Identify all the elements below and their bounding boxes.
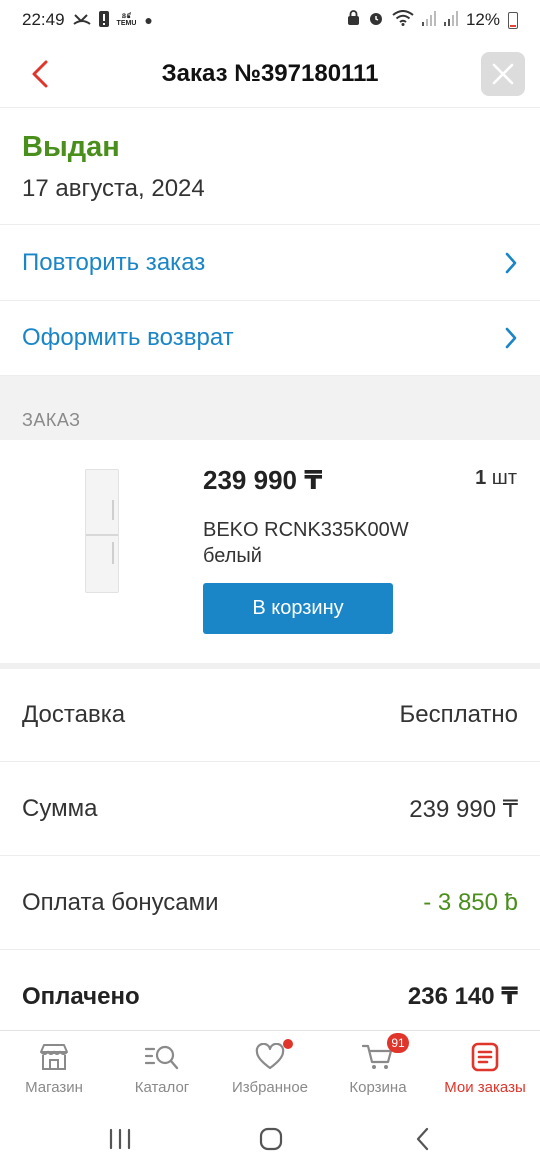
product-image[interactable] — [85, 469, 119, 593]
add-to-cart-button[interactable]: В корзину — [203, 583, 393, 634]
status-bar: 22:49 ន៩ TEMU ● 12% — [0, 0, 540, 40]
lock-icon — [347, 9, 360, 31]
signal-icon-2 — [443, 10, 458, 31]
repeat-order-button[interactable]: Повторить заказ — [0, 226, 540, 301]
page-title: Заказ №397180111 — [161, 59, 379, 87]
summary-label: Доставка — [22, 701, 126, 728]
back-arrow-icon — [416, 1127, 429, 1151]
system-navigation-bar — [0, 1108, 540, 1170]
notification-dot-icon: ● — [144, 12, 153, 28]
battery-percent: 12% — [465, 10, 500, 29]
nav-label: Каталог — [134, 1079, 190, 1096]
return-order-button[interactable]: Оформить возврат — [0, 301, 540, 376]
status-time: 22:49 — [22, 10, 65, 29]
nav-label: Избранное — [231, 1079, 309, 1096]
nav-label: Корзина — [349, 1079, 407, 1096]
repeat-order-label: Повторить заказ — [22, 249, 206, 276]
bottom-navigation: Магазин Каталог Избранное 91 Корзина Мои… — [0, 1030, 540, 1108]
summary-row-delivery: Доставка Бесплатно — [0, 669, 540, 762]
order-status: Выдан — [22, 131, 120, 163]
chevron-right-icon — [505, 252, 517, 274]
order-date: 17 августа, 2024 — [22, 175, 205, 202]
signal-icon-1 — [421, 10, 436, 31]
summary-value: 239 990 ₸ — [409, 795, 518, 823]
chevron-left-icon — [32, 60, 48, 88]
nav-item-shop[interactable]: Магазин — [8, 1031, 100, 1109]
return-order-label: Оформить возврат — [22, 324, 234, 351]
home-button[interactable] — [256, 1124, 286, 1154]
nav-item-favorites[interactable]: Избранное — [224, 1031, 316, 1109]
recent-apps-button[interactable] — [105, 1124, 135, 1154]
orders-icon — [468, 1041, 502, 1073]
home-icon — [259, 1127, 283, 1151]
alert-icon — [98, 10, 109, 30]
summary-label: Оплачено — [22, 982, 140, 1010]
section-divider — [0, 376, 540, 440]
notification-dot — [283, 1039, 293, 1049]
cart-badge: 91 — [387, 1033, 409, 1053]
order-status-section: Выдан 17 августа, 2024 — [0, 109, 540, 225]
summary-row-sum: Сумма 239 990 ₸ — [0, 763, 540, 856]
temu-icon: ន៩ TEMU — [116, 13, 137, 27]
summary-value: 236 140 ₸ — [407, 983, 518, 1010]
app-header: Заказ №397180111 — [0, 40, 540, 108]
nav-label: Магазин — [25, 1079, 83, 1096]
catalog-search-icon — [145, 1041, 179, 1073]
nav-item-cart[interactable]: 91 Корзина — [332, 1031, 424, 1109]
product-name[interactable]: BEKO RCNK335K00W белый — [203, 517, 463, 569]
chevron-right-icon — [505, 327, 517, 349]
shop-icon — [37, 1041, 71, 1073]
section-label-order: ЗАКАЗ — [22, 410, 81, 430]
alarm-icon — [368, 10, 384, 31]
missed-call-icon — [72, 12, 91, 29]
close-icon — [492, 63, 514, 85]
back-button[interactable] — [22, 54, 58, 94]
summary-value: - 3 850 ƀ — [423, 889, 518, 916]
system-back-button[interactable] — [408, 1124, 438, 1154]
nav-label: Мои заказы — [444, 1079, 526, 1096]
cart-icon: 91 — [361, 1033, 409, 1073]
summary-label: Оплата бонусами — [22, 889, 219, 916]
summary-value: Бесплатно — [399, 701, 518, 728]
battery-icon — [508, 11, 518, 29]
nav-item-catalog[interactable]: Каталог — [116, 1031, 208, 1109]
wifi-icon — [392, 9, 414, 31]
summary-row-bonuses: Оплата бонусами - 3 850 ƀ — [0, 857, 540, 950]
summary-label: Сумма — [22, 795, 98, 822]
product-price: 239 990 ₸ — [203, 465, 323, 495]
recent-apps-icon — [109, 1128, 131, 1150]
nav-item-my-orders[interactable]: Мои заказы — [432, 1031, 538, 1109]
close-button[interactable] — [481, 52, 525, 96]
heart-icon — [253, 1039, 293, 1073]
product-quantity: 1 шт — [475, 467, 517, 489]
product-card: 239 990 ₸ 1 шт BEKO RCNK335K00W белый В … — [0, 441, 540, 663]
